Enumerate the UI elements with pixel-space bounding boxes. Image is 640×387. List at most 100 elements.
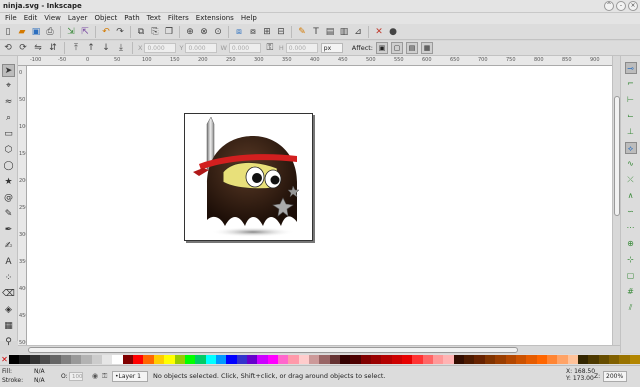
snap-bbox-midpoint-icon[interactable]: ⊥ [625, 126, 637, 138]
color-swatch[interactable] [536, 355, 547, 364]
window-minimize-button[interactable]: - [616, 1, 626, 11]
color-swatch[interactable] [484, 355, 496, 364]
group-icon[interactable]: ⧈ [233, 26, 245, 38]
color-swatch[interactable] [40, 355, 51, 364]
color-swatch[interactable] [464, 355, 475, 364]
affect-stroke-width-icon[interactable]: ▣ [376, 42, 389, 54]
color-swatch[interactable] [91, 355, 103, 364]
snap-path-intersection-icon[interactable]: ⤫ [625, 174, 637, 186]
menu-file[interactable]: File [2, 13, 21, 24]
document-page[interactable] [184, 113, 313, 241]
snap-midpoint-icon[interactable]: ⋯ [625, 222, 637, 234]
affect-rounded-corners-icon[interactable]: ▢ [391, 42, 404, 54]
text-font-icon[interactable]: T [310, 26, 322, 38]
zoom-drawing-icon[interactable]: ⊗ [198, 26, 210, 38]
color-swatch[interactable] [546, 355, 558, 364]
color-swatch[interactable] [360, 355, 372, 364]
color-swatch[interactable] [422, 355, 434, 364]
color-swatch[interactable] [184, 355, 196, 364]
menu-extensions[interactable]: Extensions [193, 13, 238, 24]
color-swatch[interactable] [505, 355, 516, 364]
snap-guide-icon[interactable]: ⫽ [625, 302, 637, 314]
color-swatch[interactable] [340, 355, 351, 364]
color-swatch[interactable] [381, 355, 392, 364]
node-tool-icon[interactable]: ⌖ [2, 80, 15, 93]
gradient-tool-icon[interactable]: ▦ [2, 320, 15, 333]
color-swatch[interactable] [215, 355, 227, 364]
transform-icon[interactable]: ⊿ [352, 26, 364, 38]
menu-filters[interactable]: Filters [165, 13, 193, 24]
snap-paths-icon[interactable]: ∿ [625, 158, 637, 170]
color-swatch[interactable] [577, 355, 589, 364]
w-input[interactable]: 0.000 [228, 43, 261, 53]
copy-icon[interactable]: ⧉ [135, 26, 147, 38]
color-swatch[interactable] [226, 355, 237, 364]
color-swatch[interactable] [164, 355, 175, 364]
color-swatch[interactable] [298, 355, 309, 364]
color-swatch[interactable] [557, 355, 568, 364]
color-swatch[interactable] [122, 355, 134, 364]
color-swatch[interactable] [412, 355, 423, 364]
lower-to-bottom-icon[interactable]: ⤓ [115, 42, 127, 54]
color-swatch[interactable] [495, 355, 506, 364]
vertical-ruler[interactable]: 050100150200250300350400450500 [18, 66, 27, 345]
color-swatch[interactable] [29, 355, 41, 364]
no-paint-swatch[interactable]: ✕ [0, 355, 9, 364]
ellipse-tool-icon[interactable]: ◯ [2, 160, 15, 173]
open-icon[interactable]: ▰ [16, 26, 28, 38]
stroke-value[interactable]: N/A [34, 377, 45, 384]
color-swatch[interactable] [608, 355, 620, 364]
color-swatch[interactable] [257, 355, 268, 364]
color-swatch[interactable] [443, 355, 454, 364]
preferences-icon[interactable]: ✕ [373, 26, 385, 38]
zoom-tool-icon[interactable]: ⌕ [2, 112, 15, 125]
color-swatch[interactable] [102, 355, 113, 364]
zoom-input[interactable]: 200% [603, 371, 627, 382]
3dbox-tool-icon[interactable]: ⬡ [2, 144, 15, 157]
color-swatch[interactable] [236, 355, 247, 364]
star-tool-icon[interactable]: ★ [2, 176, 15, 189]
raise-to-top-icon[interactable]: ⤒ [70, 42, 82, 54]
color-swatch[interactable] [60, 355, 72, 364]
color-swatch[interactable] [598, 355, 609, 364]
horizontal-ruler[interactable]: -100 -50 0 50 100 150 200 250 300 350 400 450 500 550… [18, 56, 612, 66]
color-swatch[interactable] [402, 355, 413, 364]
affect-gradients-icon[interactable]: ▤ [406, 42, 419, 54]
color-swatch[interactable] [567, 355, 578, 364]
menu-text[interactable]: Text [144, 13, 165, 24]
pencil-tool-icon[interactable]: ✎ [2, 208, 15, 221]
color-swatch[interactable] [174, 355, 185, 364]
color-swatch[interactable] [350, 355, 361, 364]
color-swatch[interactable] [19, 355, 30, 364]
zoom-selection-icon[interactable]: ⊕ [184, 26, 196, 38]
snap-center-icon[interactable]: ⊕ [625, 238, 637, 250]
snap-page-border-icon[interactable]: ▢ [625, 270, 637, 282]
color-swatch[interactable] [246, 355, 258, 364]
current-layer-select[interactable]: •Layer 1 [112, 371, 148, 382]
color-swatch[interactable] [526, 355, 537, 364]
duplicate-icon[interactable]: ❐ [163, 26, 175, 38]
paste-icon[interactable]: ⎘ [149, 26, 161, 38]
x-input[interactable]: 0.000 [144, 43, 177, 53]
unit-select[interactable]: px [320, 43, 343, 53]
affect-patterns-icon[interactable]: ▦ [421, 42, 434, 54]
window-close-button[interactable]: × [628, 1, 638, 11]
spiral-tool-icon[interactable]: @ [2, 192, 15, 205]
pen-tool-icon[interactable]: ✒ [2, 224, 15, 237]
snap-bbox-corner-icon[interactable]: ⌙ [625, 110, 637, 122]
align-distribute-icon[interactable]: ▥ [338, 26, 350, 38]
layers-icon[interactable]: ▤ [324, 26, 336, 38]
import-icon[interactable]: ⇲ [65, 26, 77, 38]
raise-icon[interactable]: ↑ [85, 42, 97, 54]
menu-help[interactable]: Help [238, 13, 261, 24]
color-swatch[interactable] [143, 355, 154, 364]
zoom-page-icon[interactable]: ⊙ [212, 26, 224, 38]
menu-path[interactable]: Path [121, 13, 143, 24]
menu-layer[interactable]: Layer [65, 13, 92, 24]
snap-nodes-icon[interactable]: ⟡ [624, 142, 637, 154]
color-swatch[interactable] [267, 355, 278, 364]
dropper-tool-icon[interactable]: ⚲ [2, 336, 15, 349]
layer-lock-icon[interactable]: ⚿ [102, 372, 107, 381]
color-swatch[interactable] [515, 355, 527, 364]
horizontal-scrollbar[interactable] [18, 345, 620, 353]
